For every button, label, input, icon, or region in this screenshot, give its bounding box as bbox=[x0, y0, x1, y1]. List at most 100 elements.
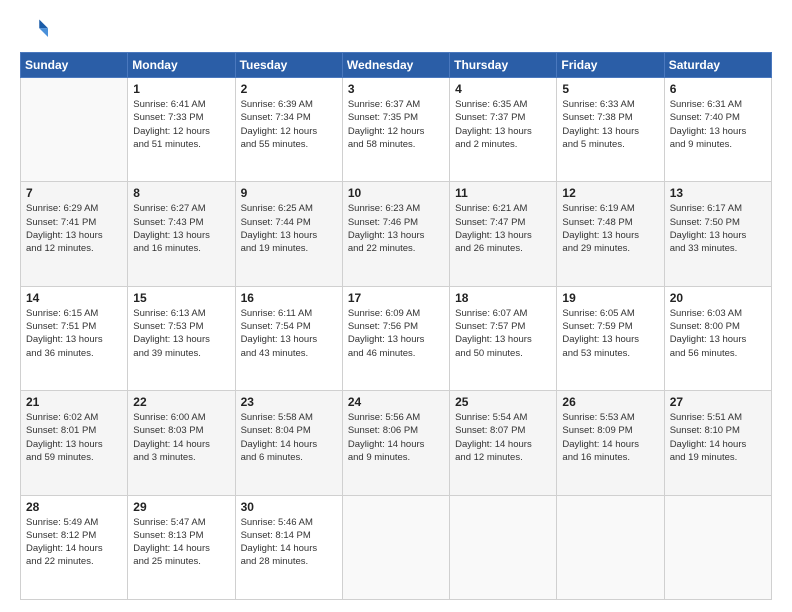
day-detail: Sunrise: 6:33 AM Sunset: 7:38 PM Dayligh… bbox=[562, 98, 658, 151]
calendar-cell: 30 Sunrise: 5:46 AM Sunset: 8:14 PM Dayli… bbox=[235, 495, 342, 599]
calendar-cell: 13 Sunrise: 6:17 AM Sunset: 7:50 PM Dayli… bbox=[664, 182, 771, 286]
day-detail: Sunrise: 6:35 AM Sunset: 7:37 PM Dayligh… bbox=[455, 98, 551, 151]
calendar-cell: 9 Sunrise: 6:25 AM Sunset: 7:44 PM Daylig… bbox=[235, 182, 342, 286]
day-number: 24 bbox=[348, 395, 444, 409]
page: SundayMondayTuesdayWednesdayThursdayFrid… bbox=[0, 0, 792, 612]
calendar-cell: 26Sunrise: 5:53 AM Sunset: 8:09 PM Dayli… bbox=[557, 391, 664, 495]
day-number: 13 bbox=[670, 186, 766, 200]
calendar-cell: 10 Sunrise: 6:23 AM Sunset: 7:46 PM Dayli… bbox=[342, 182, 449, 286]
day-detail: Sunrise: 6:29 AM Sunset: 7:41 PM Dayligh… bbox=[26, 202, 122, 255]
weekday-header-tuesday: Tuesday bbox=[235, 53, 342, 78]
calendar-week-1: 7 Sunrise: 6:29 AM Sunset: 7:41 PM Daylig… bbox=[21, 182, 772, 286]
calendar-table: SundayMondayTuesdayWednesdayThursdayFrid… bbox=[20, 52, 772, 600]
calendar-cell: 24 Sunrise: 5:56 AM Sunset: 8:06 PM Dayli… bbox=[342, 391, 449, 495]
day-number: 27 bbox=[670, 395, 766, 409]
day-detail: Sunrise: 5:46 AM Sunset: 8:14 PM Dayligh… bbox=[241, 516, 337, 569]
calendar-cell: 27 Sunrise: 5:51 AM Sunset: 8:10 PM Dayli… bbox=[664, 391, 771, 495]
calendar-cell bbox=[450, 495, 557, 599]
day-number: 15 bbox=[133, 291, 229, 305]
calendar-body: 1Sunrise: 6:41 AM Sunset: 7:33 PM Daylig… bbox=[21, 78, 772, 600]
day-number: 25 bbox=[455, 395, 551, 409]
day-number: 20 bbox=[670, 291, 766, 305]
calendar-cell: 22Sunrise: 6:00 AM Sunset: 8:03 PM Dayli… bbox=[128, 391, 235, 495]
day-detail: Sunrise: 5:47 AM Sunset: 8:13 PM Dayligh… bbox=[133, 516, 229, 569]
calendar-cell: 6 Sunrise: 6:31 AM Sunset: 7:40 PM Daylig… bbox=[664, 78, 771, 182]
day-number: 16 bbox=[241, 291, 337, 305]
calendar-cell: 15 Sunrise: 6:13 AM Sunset: 7:53 PM Dayli… bbox=[128, 286, 235, 390]
day-detail: Sunrise: 5:51 AM Sunset: 8:10 PM Dayligh… bbox=[670, 411, 766, 464]
calendar-cell bbox=[21, 78, 128, 182]
calendar-cell: 19Sunrise: 6:05 AM Sunset: 7:59 PM Dayli… bbox=[557, 286, 664, 390]
day-number: 26 bbox=[562, 395, 658, 409]
header bbox=[20, 16, 772, 44]
day-detail: Sunrise: 6:41 AM Sunset: 7:33 PM Dayligh… bbox=[133, 98, 229, 151]
day-number: 12 bbox=[562, 186, 658, 200]
calendar-cell: 8 Sunrise: 6:27 AM Sunset: 7:43 PM Daylig… bbox=[128, 182, 235, 286]
day-detail: Sunrise: 6:23 AM Sunset: 7:46 PM Dayligh… bbox=[348, 202, 444, 255]
calendar-cell: 12 Sunrise: 6:19 AM Sunset: 7:48 PM Dayli… bbox=[557, 182, 664, 286]
calendar-cell: 3 Sunrise: 6:37 AM Sunset: 7:35 PM Daylig… bbox=[342, 78, 449, 182]
day-number: 8 bbox=[133, 186, 229, 200]
calendar-cell: 18 Sunrise: 6:07 AM Sunset: 7:57 PM Dayli… bbox=[450, 286, 557, 390]
day-number: 14 bbox=[26, 291, 122, 305]
logo bbox=[20, 16, 52, 44]
day-number: 29 bbox=[133, 500, 229, 514]
day-detail: Sunrise: 6:19 AM Sunset: 7:48 PM Dayligh… bbox=[562, 202, 658, 255]
day-number: 3 bbox=[348, 82, 444, 96]
day-number: 6 bbox=[670, 82, 766, 96]
weekday-header-saturday: Saturday bbox=[664, 53, 771, 78]
calendar-week-0: 1Sunrise: 6:41 AM Sunset: 7:33 PM Daylig… bbox=[21, 78, 772, 182]
calendar-cell: 11 Sunrise: 6:21 AM Sunset: 7:47 PM Dayli… bbox=[450, 182, 557, 286]
day-number: 4 bbox=[455, 82, 551, 96]
day-detail: Sunrise: 6:39 AM Sunset: 7:34 PM Dayligh… bbox=[241, 98, 337, 151]
day-detail: Sunrise: 6:31 AM Sunset: 7:40 PM Dayligh… bbox=[670, 98, 766, 151]
calendar-cell: 23Sunrise: 5:58 AM Sunset: 8:04 PM Dayli… bbox=[235, 391, 342, 495]
day-number: 10 bbox=[348, 186, 444, 200]
day-number: 7 bbox=[26, 186, 122, 200]
day-number: 18 bbox=[455, 291, 551, 305]
weekday-header-sunday: Sunday bbox=[21, 53, 128, 78]
day-detail: Sunrise: 6:02 AM Sunset: 8:01 PM Dayligh… bbox=[26, 411, 122, 464]
calendar-cell: 1Sunrise: 6:41 AM Sunset: 7:33 PM Daylig… bbox=[128, 78, 235, 182]
calendar-cell bbox=[664, 495, 771, 599]
calendar-cell: 20 Sunrise: 6:03 AM Sunset: 8:00 PM Dayli… bbox=[664, 286, 771, 390]
calendar-cell: 25 Sunrise: 5:54 AM Sunset: 8:07 PM Dayli… bbox=[450, 391, 557, 495]
day-detail: Sunrise: 5:54 AM Sunset: 8:07 PM Dayligh… bbox=[455, 411, 551, 464]
calendar-cell bbox=[557, 495, 664, 599]
weekday-header-monday: Monday bbox=[128, 53, 235, 78]
calendar-week-2: 14Sunrise: 6:15 AM Sunset: 7:51 PM Dayli… bbox=[21, 286, 772, 390]
calendar-cell: 16Sunrise: 6:11 AM Sunset: 7:54 PM Dayli… bbox=[235, 286, 342, 390]
calendar-cell bbox=[342, 495, 449, 599]
calendar-cell: 2 Sunrise: 6:39 AM Sunset: 7:34 PM Daylig… bbox=[235, 78, 342, 182]
calendar-cell: 7 Sunrise: 6:29 AM Sunset: 7:41 PM Daylig… bbox=[21, 182, 128, 286]
day-number: 2 bbox=[241, 82, 337, 96]
day-detail: Sunrise: 6:21 AM Sunset: 7:47 PM Dayligh… bbox=[455, 202, 551, 255]
day-detail: Sunrise: 6:09 AM Sunset: 7:56 PM Dayligh… bbox=[348, 307, 444, 360]
day-detail: Sunrise: 6:37 AM Sunset: 7:35 PM Dayligh… bbox=[348, 98, 444, 151]
day-detail: Sunrise: 6:03 AM Sunset: 8:00 PM Dayligh… bbox=[670, 307, 766, 360]
calendar-cell: 17Sunrise: 6:09 AM Sunset: 7:56 PM Dayli… bbox=[342, 286, 449, 390]
day-number: 9 bbox=[241, 186, 337, 200]
day-number: 28 bbox=[26, 500, 122, 514]
day-number: 30 bbox=[241, 500, 337, 514]
weekday-header-wednesday: Wednesday bbox=[342, 53, 449, 78]
calendar-week-4: 28 Sunrise: 5:49 AM Sunset: 8:12 PM Dayli… bbox=[21, 495, 772, 599]
day-detail: Sunrise: 6:13 AM Sunset: 7:53 PM Dayligh… bbox=[133, 307, 229, 360]
day-detail: Sunrise: 5:49 AM Sunset: 8:12 PM Dayligh… bbox=[26, 516, 122, 569]
day-number: 21 bbox=[26, 395, 122, 409]
day-detail: Sunrise: 6:25 AM Sunset: 7:44 PM Dayligh… bbox=[241, 202, 337, 255]
calendar-cell: 21 Sunrise: 6:02 AM Sunset: 8:01 PM Dayli… bbox=[21, 391, 128, 495]
day-number: 19 bbox=[562, 291, 658, 305]
calendar-cell: 5 Sunrise: 6:33 AM Sunset: 7:38 PM Daylig… bbox=[557, 78, 664, 182]
day-number: 23 bbox=[241, 395, 337, 409]
day-detail: Sunrise: 5:56 AM Sunset: 8:06 PM Dayligh… bbox=[348, 411, 444, 464]
day-number: 11 bbox=[455, 186, 551, 200]
day-detail: Sunrise: 6:17 AM Sunset: 7:50 PM Dayligh… bbox=[670, 202, 766, 255]
day-detail: Sunrise: 6:07 AM Sunset: 7:57 PM Dayligh… bbox=[455, 307, 551, 360]
calendar-week-3: 21 Sunrise: 6:02 AM Sunset: 8:01 PM Dayli… bbox=[21, 391, 772, 495]
calendar-cell: 14Sunrise: 6:15 AM Sunset: 7:51 PM Dayli… bbox=[21, 286, 128, 390]
day-number: 5 bbox=[562, 82, 658, 96]
day-detail: Sunrise: 6:27 AM Sunset: 7:43 PM Dayligh… bbox=[133, 202, 229, 255]
weekday-header-thursday: Thursday bbox=[450, 53, 557, 78]
calendar-cell: 28 Sunrise: 5:49 AM Sunset: 8:12 PM Dayli… bbox=[21, 495, 128, 599]
